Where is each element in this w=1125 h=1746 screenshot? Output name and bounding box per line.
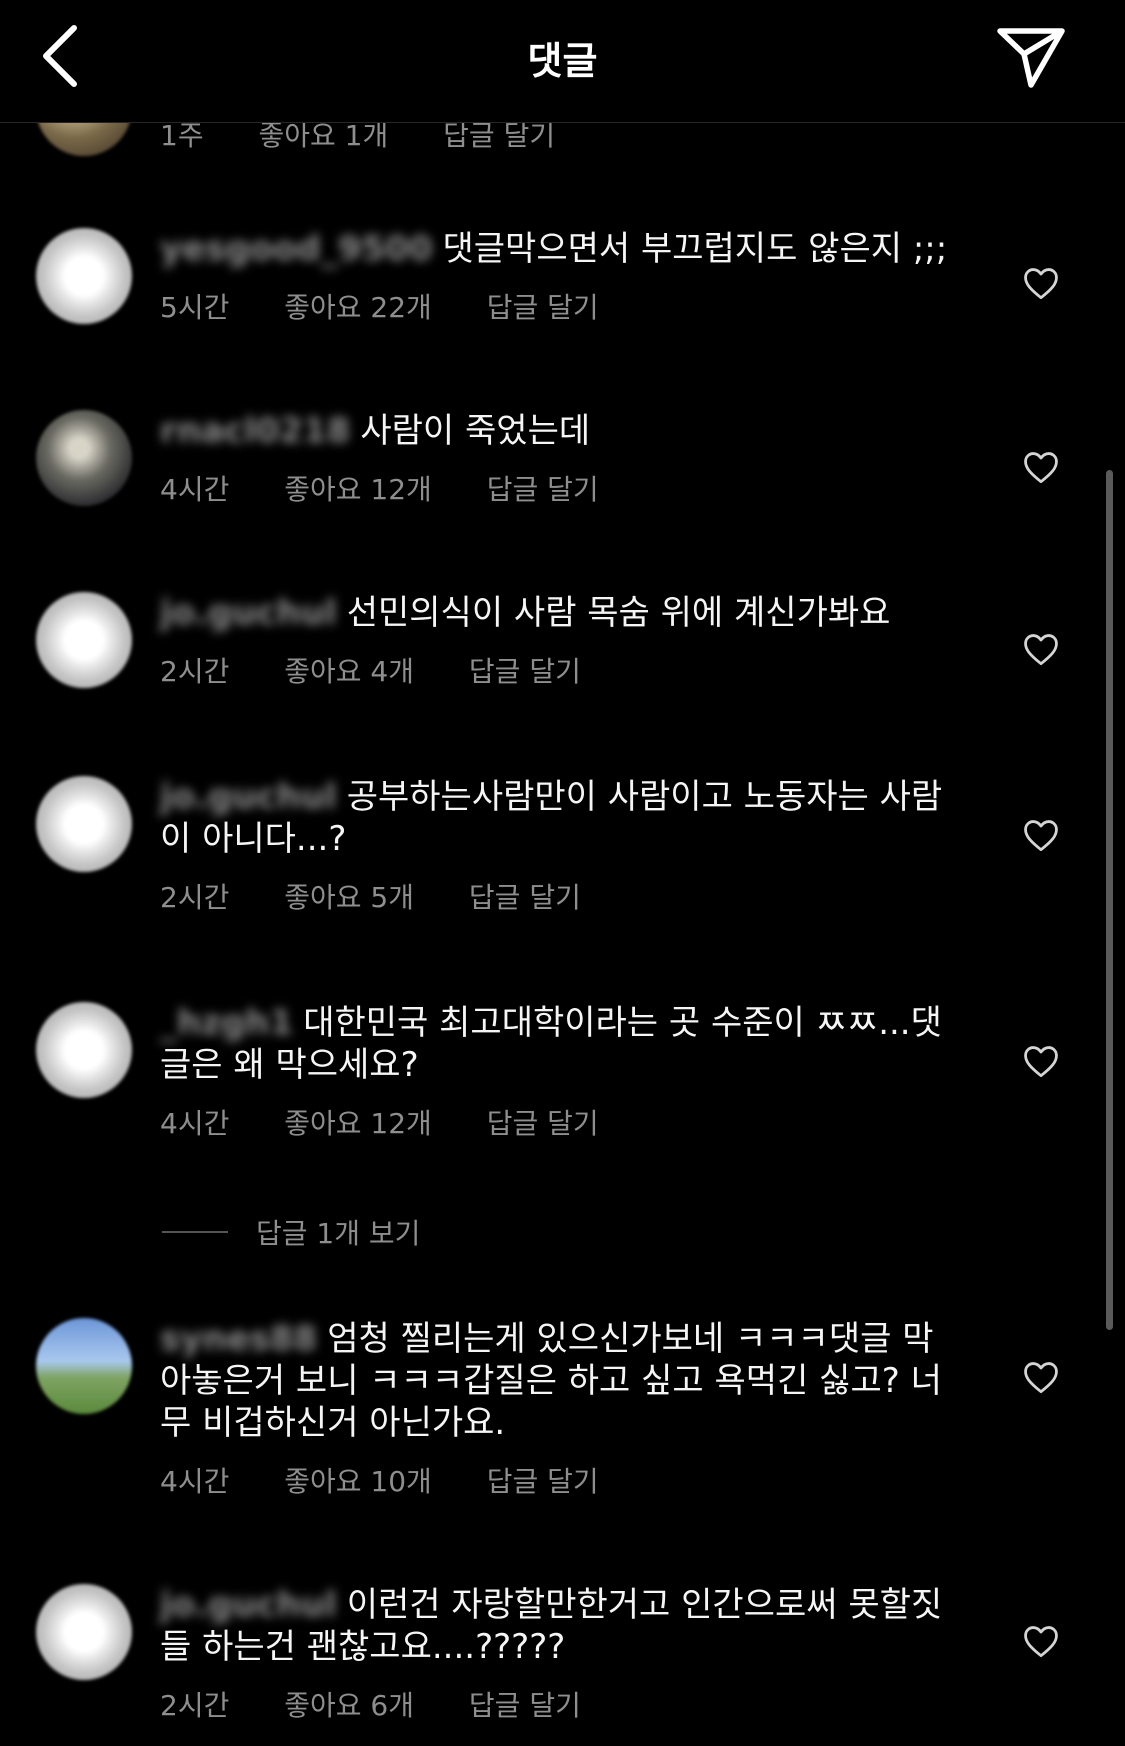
heart-outline-icon[interactable] — [1022, 1044, 1060, 1078]
comment-time: 4시간 — [160, 1107, 230, 1140]
divider — [162, 1231, 228, 1233]
comment-likes[interactable]: 좋아요 6개 — [284, 1689, 414, 1722]
reply-button[interactable]: 답글 달기 — [487, 1465, 599, 1498]
avatar[interactable] — [36, 1318, 132, 1414]
comment-username[interactable]: jo.guchul — [160, 777, 337, 817]
header-bar: 댓글 — [0, 0, 1125, 123]
reply-button[interactable]: 답글 달기 — [469, 881, 581, 914]
comment-username[interactable]: yesgood_9500 — [160, 229, 432, 269]
avatar[interactable] — [36, 592, 132, 688]
comment-likes[interactable]: 좋아요 10개 — [284, 1465, 432, 1498]
comment-text: 댓글막으면서 부끄럽지도 않은지 ;;; — [442, 229, 948, 269]
comment-username[interactable]: jo.guchul — [160, 1585, 337, 1625]
comment-username[interactable]: rnacl0218 — [160, 411, 350, 451]
scrollbar[interactable] — [1106, 470, 1113, 1330]
reply-button[interactable]: 답글 달기 — [487, 291, 599, 324]
comment-text: 선민의식이 사람 목숨 위에 계신가봐요 — [346, 593, 891, 633]
comment-time: 2시간 — [160, 655, 230, 688]
comment-time: 5시간 — [160, 291, 230, 324]
comment-likes[interactable]: 좋아요 1개 — [258, 119, 388, 152]
avatar[interactable] — [36, 410, 132, 506]
comment-username[interactable]: _hzgh1 — [160, 1003, 293, 1043]
comment-username[interactable]: synes88 — [160, 1319, 317, 1359]
comment-likes[interactable]: 좋아요 12개 — [284, 473, 432, 506]
page-title: 댓글 — [527, 39, 598, 83]
comment-likes[interactable]: 좋아요 5개 — [284, 881, 414, 914]
comment-time: 2시간 — [160, 1689, 230, 1722]
reply-button[interactable]: 답글 달기 — [487, 473, 599, 506]
comment-list: 1주 좋아요 1개 답글 달기 yesgood_9500 댓글막으면서 부끄럽지도… — [0, 0, 1125, 1746]
comment-time: 2시간 — [160, 881, 230, 914]
heart-outline-icon[interactable] — [1022, 632, 1060, 666]
view-replies-button[interactable]: 답글 1개 보기 — [162, 1212, 420, 1252]
heart-outline-icon[interactable] — [1022, 1624, 1060, 1658]
comment-username[interactable]: jo.guchul — [160, 593, 337, 633]
comment-time: 4시간 — [160, 1465, 230, 1498]
heart-outline-icon[interactable] — [1022, 1360, 1060, 1394]
comment-likes[interactable]: 좋아요 12개 — [284, 1107, 432, 1140]
avatar[interactable] — [36, 228, 132, 324]
reply-button[interactable]: 답글 달기 — [443, 119, 555, 152]
avatar[interactable] — [36, 1002, 132, 1098]
comment-text: 사람이 죽었는데 — [360, 411, 591, 451]
comment-likes[interactable]: 좋아요 4개 — [284, 655, 414, 688]
heart-outline-icon[interactable] — [1022, 818, 1060, 852]
reply-button[interactable]: 답글 달기 — [469, 1689, 581, 1722]
avatar[interactable] — [36, 1584, 132, 1680]
reply-button[interactable]: 답글 달기 — [487, 1107, 599, 1140]
comment-time: 4시간 — [160, 473, 230, 506]
comment-time: 1주 — [160, 119, 204, 152]
reply-button[interactable]: 답글 달기 — [469, 655, 581, 688]
heart-outline-icon[interactable] — [1022, 450, 1060, 484]
heart-outline-icon[interactable] — [1022, 266, 1060, 300]
avatar[interactable] — [36, 776, 132, 872]
comment-likes[interactable]: 좋아요 22개 — [284, 291, 432, 324]
view-replies-label: 답글 1개 보기 — [256, 1217, 421, 1250]
paper-plane-icon[interactable] — [995, 24, 1067, 90]
